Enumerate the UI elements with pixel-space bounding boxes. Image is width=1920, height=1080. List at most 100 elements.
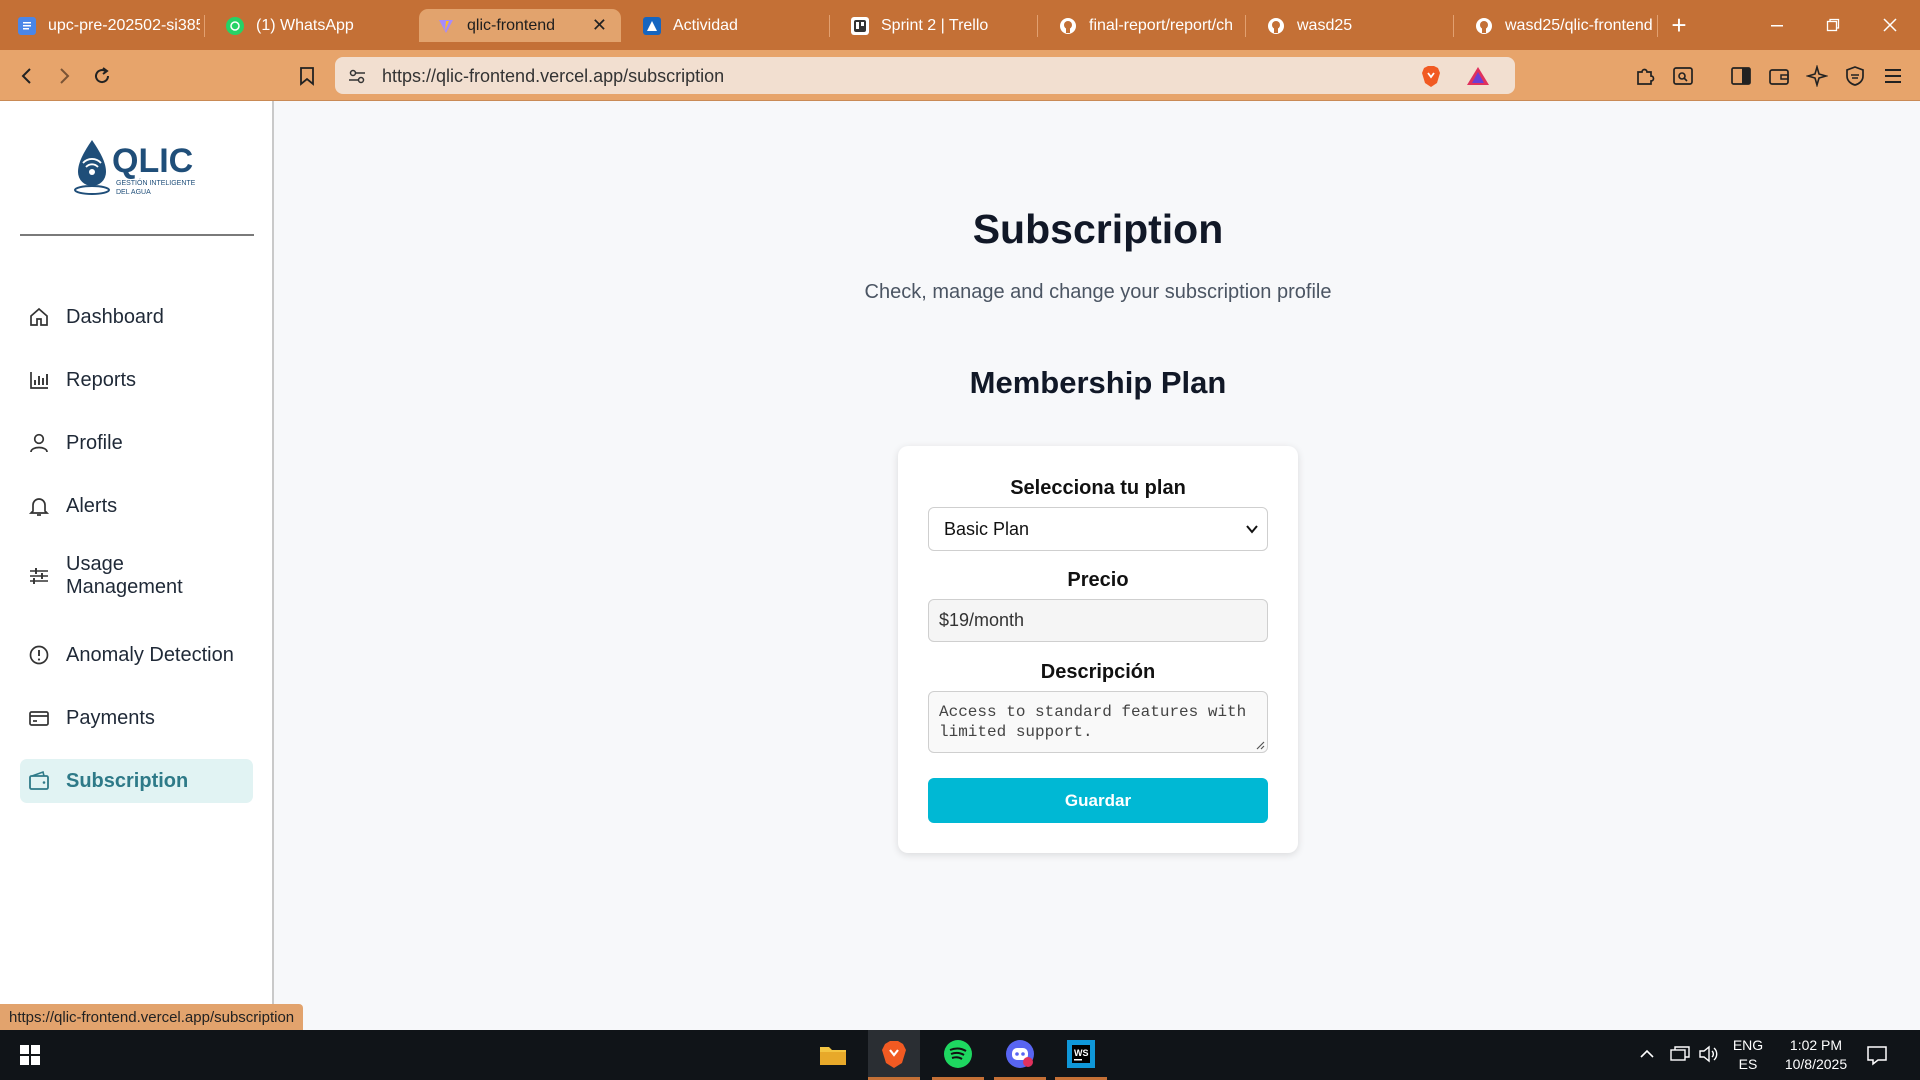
chevron-up-icon (1640, 1049, 1654, 1058)
sidebar-toggle-button[interactable] (1728, 63, 1754, 89)
search-page-icon (1673, 67, 1693, 85)
sidebar-item-label: Dashboard (66, 305, 164, 328)
start-button[interactable] (4, 1030, 56, 1080)
page-subtitle: Check, manage and change your subscripti… (864, 281, 1332, 303)
tab-divider (204, 15, 205, 37)
keyboard-layout: ES (1738, 1056, 1758, 1072)
hamburger-icon (1885, 69, 1901, 83)
restore-window-button[interactable] (1813, 10, 1853, 40)
github-icon (1475, 17, 1493, 35)
tab-github-qlic[interactable]: wasd25/qlic-frontend (1457, 9, 1657, 42)
github-icon (1059, 17, 1077, 35)
arrow-left-icon (21, 68, 31, 84)
arrow-right-icon (60, 68, 70, 84)
qlic-logo[interactable]: QLIC GESTIÓN INTELIGENTE DEL AGUA (73, 136, 203, 206)
notifications-button[interactable] (1866, 1044, 1888, 1066)
user-icon (28, 432, 58, 454)
vpn-button[interactable] (1842, 63, 1868, 89)
whatsapp-icon (226, 16, 244, 35)
sidebar-item-payments[interactable]: Payments (20, 696, 253, 740)
sidebar-item-label: Alerts (66, 494, 118, 517)
folder-icon (820, 1047, 846, 1065)
page-title: Subscription (972, 206, 1224, 252)
volume-button[interactable] (1698, 1045, 1720, 1063)
page-search-button[interactable] (1670, 63, 1696, 89)
taskbar-spotify[interactable] (932, 1030, 984, 1080)
brave-shields-icon[interactable] (1420, 64, 1442, 88)
section-title: Membership Plan (969, 365, 1227, 400)
new-tab-button[interactable]: + (1659, 10, 1699, 40)
back-button[interactable] (14, 63, 40, 89)
bar-chart-icon (28, 369, 58, 391)
save-button[interactable]: Guardar (928, 778, 1268, 823)
close-window-button[interactable] (1870, 10, 1910, 40)
reload-icon (95, 67, 110, 84)
sparkle-icon (1806, 65, 1828, 87)
wallet-button[interactable] (1766, 63, 1792, 89)
home-icon (28, 306, 58, 328)
trello-icon (851, 16, 869, 35)
atlassian-icon (643, 16, 661, 35)
sidebar-item-reports[interactable]: Reports (20, 358, 253, 402)
tab-docs[interactable]: upc-pre-202502-si385 (0, 9, 200, 42)
forward-button[interactable] (51, 63, 77, 89)
logo-tagline-line-1: GESTIÓN INTELIGENTE (116, 178, 196, 187)
alert-circle-icon (28, 644, 58, 666)
tab-trello[interactable]: Sprint 2 | Trello (833, 9, 1033, 42)
taskbar-file-explorer[interactable] (807, 1030, 859, 1080)
restore-icon (1826, 18, 1840, 32)
address-bar[interactable]: https://qlic-frontend.vercel.app/subscri… (335, 57, 1515, 94)
clock-date: 10/8/2025 (1784, 1056, 1848, 1072)
sidebar-item-alerts[interactable]: Alerts (20, 484, 253, 528)
plan-select[interactable]: Basic Plan (928, 507, 1268, 551)
tab-qlic-frontend[interactable]: qlic-frontend ✕ (419, 9, 621, 42)
sidebar-item-label: Subscription (66, 769, 189, 792)
taskbar-webstorm[interactable]: WS (1055, 1030, 1107, 1080)
credit-card-icon (28, 707, 58, 729)
reload-button[interactable] (89, 63, 115, 89)
close-icon (1883, 18, 1897, 32)
resize-handle-icon[interactable] (1255, 740, 1265, 750)
sidebar-item-subscription[interactable]: Subscription (20, 759, 253, 803)
windows-taskbar: WS ENG ES 1:02 PM 10/8/2025 (0, 1030, 1920, 1080)
tab-title: wasd25 (1297, 16, 1353, 34)
price-field[interactable]: $19/month (928, 599, 1268, 642)
browser-toolbar: https://qlic-frontend.vercel.app/subscri… (0, 50, 1920, 101)
sidebar-item-dashboard[interactable]: Dashboard (20, 295, 253, 339)
wallet-icon (28, 770, 58, 792)
spotify-icon (944, 1039, 972, 1068)
sidebar-item-profile[interactable]: Profile (20, 421, 253, 465)
bookmark-button[interactable] (294, 63, 320, 89)
brave-rewards-icon[interactable] (1466, 65, 1490, 87)
menu-button[interactable] (1880, 63, 1906, 89)
show-hidden-icons-button[interactable] (1638, 1045, 1656, 1063)
tab-actividad[interactable]: Actividad (625, 9, 825, 42)
site-settings-icon[interactable] (347, 66, 367, 86)
clock-time: 1:02 PM (1789, 1037, 1843, 1053)
wallet-icon (1769, 69, 1789, 85)
github-icon (1267, 17, 1285, 35)
price-label: Precio (1067, 569, 1129, 591)
tab-github-report[interactable]: final-report/report/ch (1041, 9, 1241, 42)
membership-plan-card: Selecciona tu plan Basic Plan Precio $19… (898, 446, 1298, 853)
close-tab-icon[interactable]: ✕ (592, 15, 607, 36)
taskbar-brave[interactable] (868, 1030, 920, 1080)
puzzle-icon (1637, 68, 1655, 85)
minimize-window-button[interactable] (1757, 10, 1797, 40)
description-textarea[interactable]: Access to standard features with limited… (928, 691, 1268, 753)
network-button[interactable] (1669, 1045, 1691, 1063)
windows-logo-icon (20, 1045, 40, 1065)
tab-whatsapp[interactable]: (1) WhatsApp (208, 9, 408, 42)
tab-github-wasd25[interactable]: wasd25 (1249, 9, 1449, 42)
sidebar-item-anomaly-detection[interactable]: Anomaly Detection (20, 633, 253, 677)
language-code: ENG (1732, 1037, 1764, 1053)
minimize-icon (1771, 25, 1783, 27)
input-language-indicator[interactable]: ENG ES (1728, 1036, 1768, 1074)
extensions-button[interactable] (1632, 63, 1658, 89)
vite-icon (437, 17, 455, 35)
taskbar-discord[interactable] (994, 1030, 1046, 1080)
leo-ai-button[interactable] (1804, 63, 1830, 89)
clock[interactable]: 1:02 PM 10/8/2025 (1770, 1036, 1862, 1074)
tab-divider (829, 15, 830, 37)
sidebar-item-usage-management[interactable]: Usage Management (20, 547, 253, 605)
